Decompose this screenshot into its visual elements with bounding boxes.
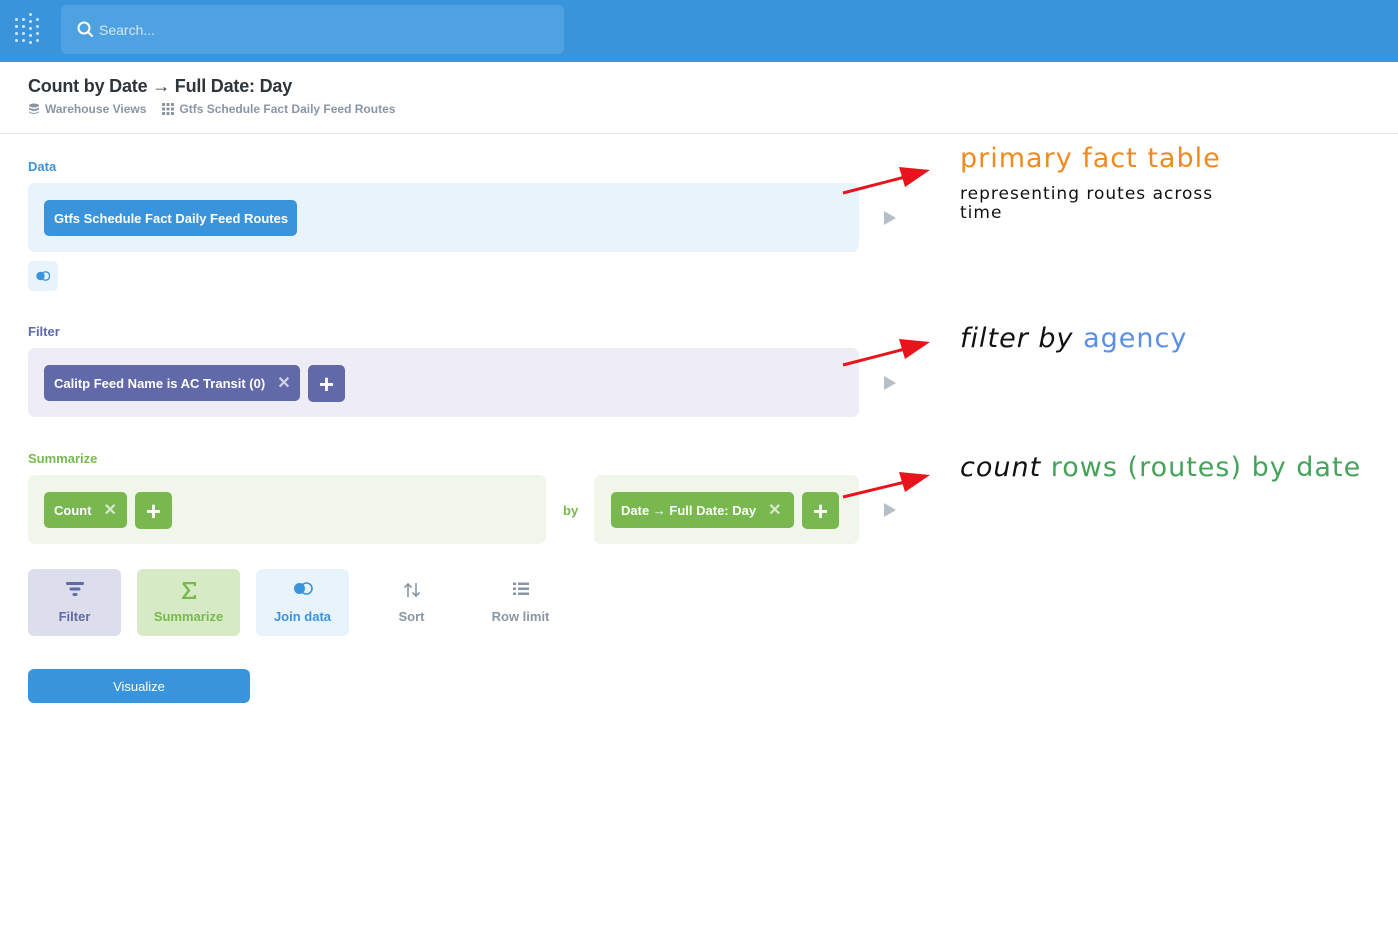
remove-filter-close-icon[interactable]: ✕ xyxy=(277,373,290,393)
summarize-section-label: Summarize xyxy=(28,451,98,466)
add-filter-button[interactable]: + xyxy=(308,365,345,402)
breadcrumb: Warehouse Views Gtfs Schedule Fact Daily… xyxy=(28,102,411,116)
action-filter-label: Filter xyxy=(58,609,91,624)
database-icon xyxy=(29,103,39,114)
filter-pill-label: Calitp Feed Name is AC Transit (0) xyxy=(54,375,266,391)
annotation-1-body: representing routes across time xyxy=(960,184,1214,223)
visualize-button[interactable]: Visualize xyxy=(28,669,250,703)
breadcrumb-database-label: Warehouse Views xyxy=(45,102,147,116)
metric-pill-count[interactable]: Count ✕ xyxy=(44,492,127,528)
metric-pill-label: Count xyxy=(54,502,92,518)
preview-data-play-icon[interactable] xyxy=(884,211,896,225)
breadcrumb-database[interactable]: Warehouse Views xyxy=(28,102,146,116)
remove-metric-close-icon[interactable]: ✕ xyxy=(104,500,117,520)
breadcrumb-table[interactable]: Gtfs Schedule Fact Daily Feed Routes xyxy=(162,102,395,116)
action-row-limit-button[interactable]: Row limit xyxy=(474,569,567,636)
top-nav xyxy=(0,0,1398,62)
add-breakout-button[interactable]: + xyxy=(802,492,839,529)
breadcrumb-table-label: Gtfs Schedule Fact Daily Feed Routes xyxy=(179,102,396,116)
metabase-logo-icon[interactable] xyxy=(14,13,42,46)
search-input[interactable] xyxy=(99,5,549,54)
breakout-pill-label: Date → Full Date: Day xyxy=(621,502,757,518)
data-table-pill[interactable]: Gtfs Schedule Fact Daily Feed Routes xyxy=(44,200,297,236)
data-table-label: Gtfs Schedule Fact Daily Feed Routes xyxy=(54,210,289,226)
action-join-button[interactable]: Join data xyxy=(256,569,349,636)
plus-icon: + xyxy=(812,495,829,526)
sort-arrows-icon xyxy=(403,582,420,598)
preview-summarize-play-icon[interactable] xyxy=(884,503,896,517)
search-icon xyxy=(77,21,93,37)
filter-section-label: Filter xyxy=(28,324,60,339)
sigma-icon xyxy=(181,582,196,599)
preview-filter-play-icon[interactable] xyxy=(884,376,896,390)
list-icon xyxy=(512,582,529,595)
action-summarize-label: Summarize xyxy=(153,609,224,624)
action-row-limit-label: Row limit xyxy=(491,609,550,624)
action-sort-button[interactable]: Sort xyxy=(365,569,458,636)
question-header: Count by Date → Full Date: Day Warehouse… xyxy=(0,62,1398,134)
annotation-2-part1: filter by xyxy=(960,323,1074,354)
join-icon xyxy=(293,582,313,595)
add-metric-button[interactable]: + xyxy=(135,492,172,529)
annotation-3-part2: rows (routes) by date xyxy=(1050,452,1362,483)
plus-icon: + xyxy=(145,495,162,526)
join-icon xyxy=(36,271,50,281)
plus-icon: + xyxy=(318,368,335,399)
filter-icon xyxy=(65,582,84,596)
action-filter-button[interactable]: Filter xyxy=(28,569,121,636)
table-grid-icon xyxy=(162,103,175,115)
breakout-pill-date[interactable]: Date → Full Date: Day ✕ xyxy=(611,492,794,528)
annotation-3: count rows (routes) by date xyxy=(960,452,1361,483)
data-section-label: Data xyxy=(28,159,57,174)
annotation-2: filter by agency xyxy=(960,323,1187,354)
annotation-1-title: primary fact table xyxy=(960,143,1221,174)
by-label: by xyxy=(563,503,579,518)
action-sort-label: Sort xyxy=(398,609,425,624)
page-title: Count by Date → Full Date: Day xyxy=(28,76,293,96)
action-summarize-button[interactable]: Summarize xyxy=(137,569,240,636)
search-bar[interactable] xyxy=(61,5,564,54)
filter-pill[interactable]: Calitp Feed Name is AC Transit (0) ✕ xyxy=(44,365,300,401)
join-toggle-button[interactable] xyxy=(28,261,58,291)
annotation-2-part2: agency xyxy=(1083,323,1188,354)
remove-breakout-close-icon[interactable]: ✕ xyxy=(768,500,781,520)
annotation-3-part1: count xyxy=(960,452,1042,483)
action-join-label: Join data xyxy=(273,609,332,624)
